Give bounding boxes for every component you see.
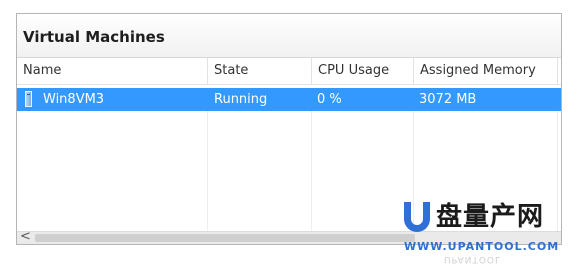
virtual-machine-icon: [25, 91, 32, 107]
u-logo-icon: [404, 202, 430, 232]
column-header-label: Assigned Memory: [420, 63, 536, 78]
column-header-state[interactable]: State: [207, 58, 311, 84]
panel-title: Virtual Machines: [17, 14, 561, 58]
column-header-label: U: [560, 63, 561, 78]
site-watermark: 盘量产网 WWW.UPANTOOL.COM UPANTOOL: [404, 200, 580, 264]
column-header-assigned-memory[interactable]: Assigned Memory: [413, 58, 557, 84]
column-header-name[interactable]: Name ^: [17, 58, 207, 84]
scrollbar-thumb[interactable]: [35, 234, 415, 242]
column-header-label: State: [214, 63, 249, 78]
scroll-left-icon[interactable]: <: [20, 229, 31, 244]
vm-cpu-cell: 0 %: [317, 92, 342, 107]
column-divider: [311, 111, 312, 233]
column-header-label: Name: [23, 63, 62, 78]
table-row[interactable]: Win8VM3 Running 0 % 3072 MB: [17, 88, 561, 111]
vm-state-cell: Running: [214, 92, 268, 107]
column-divider: [207, 111, 208, 233]
vm-memory-cell: 3072 MB: [419, 92, 477, 107]
column-header-cpu-usage[interactable]: CPU Usage: [311, 58, 413, 84]
column-header-label: CPU Usage: [318, 63, 390, 78]
watermark-brand: 盘量产网: [436, 202, 545, 232]
column-header-row: Name ^ State CPU Usage Assigned Memory U: [17, 58, 561, 85]
watermark-url: WWW.UPANTOOL.COM: [404, 240, 560, 253]
vm-name-cell: Win8VM3: [43, 92, 105, 107]
sort-ascending-icon: ^: [107, 58, 115, 65]
column-header-uptime[interactable]: U: [557, 58, 561, 84]
